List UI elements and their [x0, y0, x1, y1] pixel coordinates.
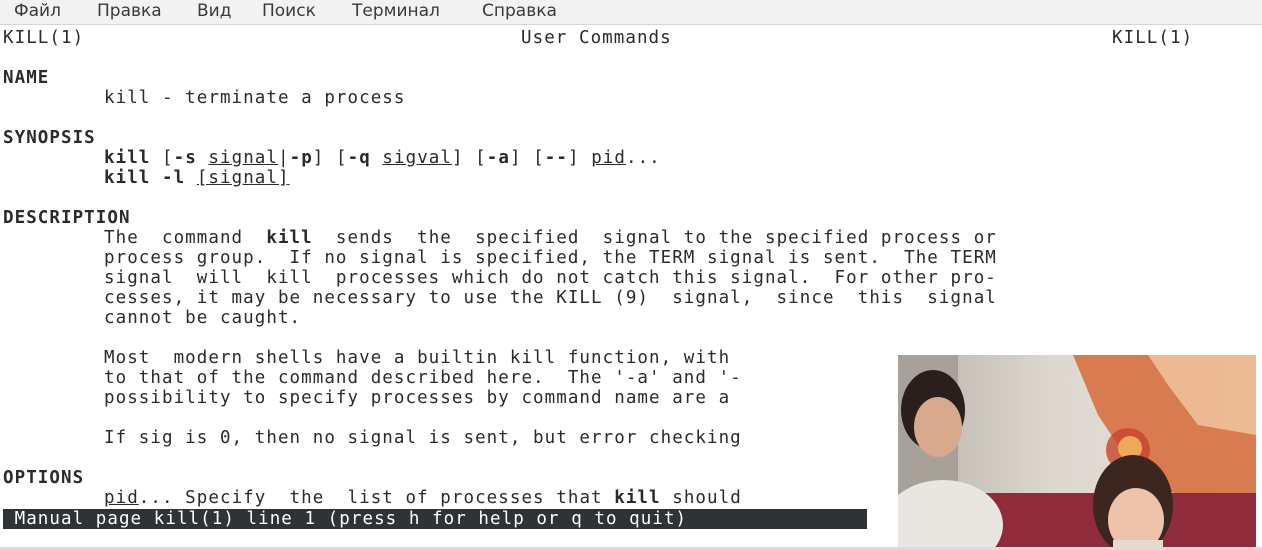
synopsis-arg-pid: pid: [591, 148, 626, 168]
synopsis-opt-p: -p: [289, 148, 313, 168]
synopsis-arg-sigval: sigval: [382, 148, 452, 168]
synopsis-line-1: kill [-s signal|-p] [-q sigval] [-a] [--…: [104, 148, 661, 168]
synopsis-punct: [185, 168, 197, 188]
menu-terminal[interactable]: Терминал: [352, 1, 440, 21]
menu-search[interactable]: Поиск: [262, 1, 316, 21]
synopsis-punct: [: [150, 148, 174, 168]
synopsis-arg-signal: [signal]: [196, 168, 290, 188]
description-line: signal will kill processes which do not …: [104, 268, 997, 288]
options-cmd: kill: [614, 488, 661, 508]
description-text: The command: [104, 228, 267, 248]
synopsis-opt-l: -l: [162, 168, 186, 188]
description-line: If sig is 0, then no signal is sent, but…: [104, 428, 742, 448]
menu-view[interactable]: Вид: [197, 1, 231, 21]
synopsis-punct: |: [277, 148, 290, 168]
synopsis-opt-a: -a: [486, 148, 510, 168]
synopsis-cmd: kill: [104, 168, 151, 188]
section-description-heading: DESCRIPTION: [3, 208, 131, 228]
synopsis-arg-signal: signal: [208, 148, 278, 168]
menu-bar: Файл Правка Вид Поиск Терминал Справка: [0, 0, 1262, 25]
pager-status-bar: Manual page kill(1) line 1 (press h for …: [3, 509, 867, 529]
synopsis-opt-s: -s: [173, 148, 197, 168]
synopsis-opt-q: -q: [347, 148, 371, 168]
webcam-image: [898, 355, 1256, 550]
synopsis-punct: ...: [625, 148, 661, 168]
options-arg-pid: pid: [104, 488, 139, 508]
description-line: cannot be caught.: [104, 308, 302, 328]
description-line: The command kill sends the specified sig…: [104, 228, 997, 248]
synopsis-punct: ] [: [312, 148, 348, 168]
synopsis-punct: ]: [567, 148, 592, 168]
description-line: possibility to specify processes by comm…: [104, 388, 731, 408]
name-text: kill - terminate a process: [104, 88, 406, 108]
menu-edit[interactable]: Правка: [97, 1, 162, 21]
man-header-center: User Commands: [521, 28, 672, 48]
synopsis-punct: [150, 168, 162, 188]
webcam-overlay: [898, 355, 1256, 550]
section-name-heading: NAME: [3, 68, 50, 88]
menu-file[interactable]: Файл: [14, 1, 61, 21]
options-text: ... Specify the list of processes that: [138, 488, 615, 508]
description-line: Most modern shells have a builtin kill f…: [104, 348, 742, 368]
options-line: pid... Specify the list of processes tha…: [104, 488, 742, 508]
description-line: process group. If no signal is specified…: [104, 248, 997, 268]
menu-help[interactable]: Справка: [482, 1, 557, 21]
section-options-heading: OPTIONS: [3, 468, 85, 488]
description-line: to that of the command described here. T…: [104, 368, 742, 388]
synopsis-punct: ] [: [451, 148, 487, 168]
section-synopsis-heading: SYNOPSIS: [3, 128, 96, 148]
synopsis-cmd: kill: [104, 148, 151, 168]
synopsis-line-2: kill -l [signal]: [104, 168, 290, 188]
options-text: should: [660, 488, 742, 508]
man-header-left: KILL(1): [3, 28, 85, 48]
description-line: cesses, it may be necessary to use the K…: [104, 288, 997, 308]
description-text: sends the specified signal to the specif…: [312, 228, 997, 248]
synopsis-opt-dashdash: --: [544, 148, 568, 168]
description-cmd: kill: [266, 228, 313, 248]
man-header-right: KILL(1): [1112, 28, 1194, 48]
synopsis-punct: [197, 148, 209, 168]
synopsis-punct: [371, 148, 383, 168]
synopsis-punct: ] [: [509, 148, 545, 168]
